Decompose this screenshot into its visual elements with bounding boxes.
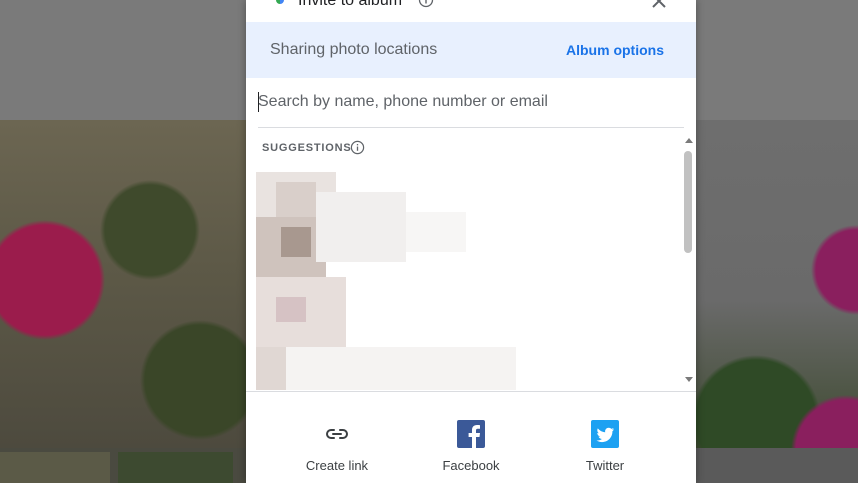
facebook-icon	[457, 420, 485, 448]
suggestions-list-pixelated[interactable]	[256, 172, 516, 390]
twitter-label: Twitter	[585, 458, 625, 473]
sharing-locations-text: Sharing photo locations	[270, 41, 438, 58]
suggestions-info-icon[interactable]	[350, 140, 365, 155]
dialog-title: Invite to album	[298, 0, 403, 9]
photo-left	[0, 120, 246, 448]
facebook-share-button[interactable]: Facebook	[416, 392, 526, 483]
search-field-container	[258, 78, 684, 128]
album-options-button[interactable]: Album options	[566, 42, 664, 58]
photo-right	[696, 120, 858, 448]
scroll-thumb[interactable]	[684, 151, 692, 253]
scroll-up-arrow-icon[interactable]	[685, 138, 693, 143]
scroll-down-arrow-icon[interactable]	[685, 377, 693, 382]
suggestions-scrollbar[interactable]	[682, 136, 696, 390]
thumbnail-strip	[0, 448, 246, 483]
twitter-icon	[591, 420, 619, 448]
twitter-share-button[interactable]: Twitter	[550, 392, 660, 483]
facebook-label: Facebook	[442, 458, 500, 473]
invite-dialog: Invite to album Sharing photo locations …	[246, 0, 696, 483]
create-link-button[interactable]: Create link	[282, 392, 392, 483]
thumbnail[interactable]	[0, 452, 110, 483]
link-icon	[326, 429, 348, 439]
share-targets: Create link Facebook Twitter	[246, 392, 696, 483]
suggestions-heading: SUGGESTIONS	[262, 142, 352, 154]
create-link-label: Create link	[305, 458, 369, 473]
search-input[interactable]	[258, 90, 678, 114]
backdrop-bottom-right	[696, 448, 858, 483]
close-icon[interactable]	[650, 0, 668, 10]
dialog-header: Invite to album	[246, 0, 696, 22]
thumbnail[interactable]	[118, 452, 233, 483]
info-icon[interactable]	[418, 0, 434, 8]
sharing-locations-bar: Sharing photo locations Album options	[246, 22, 696, 78]
text-caret	[258, 92, 259, 112]
photos-logo-icon	[276, 0, 284, 4]
